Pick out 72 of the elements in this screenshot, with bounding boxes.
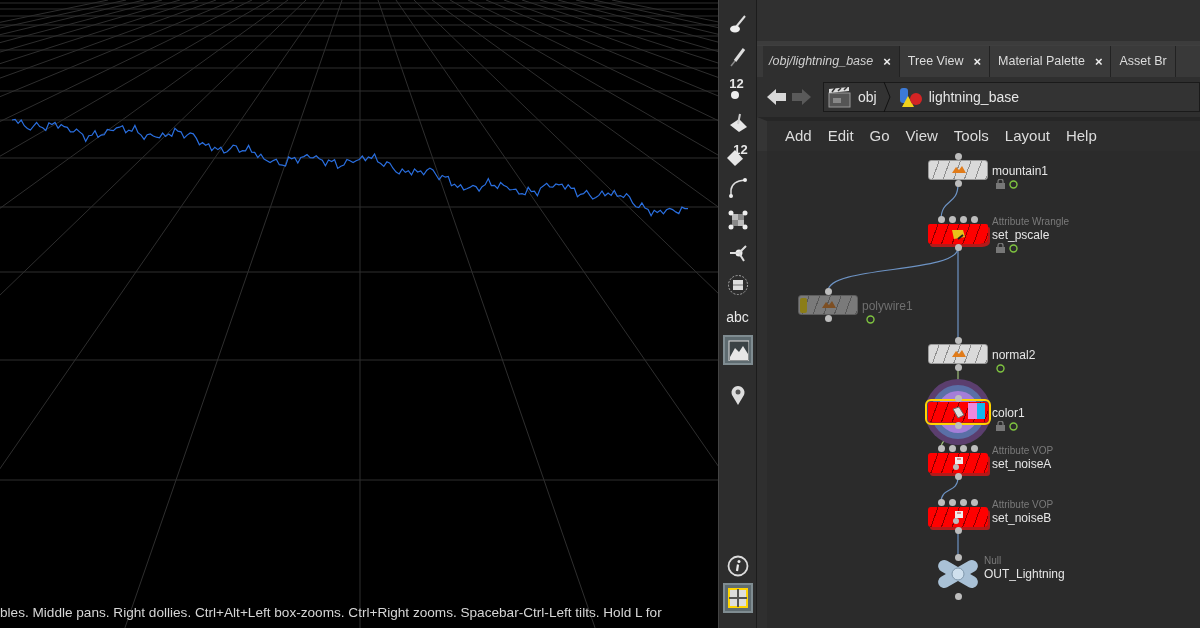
disc-icon: [726, 273, 749, 296]
checker-icon: [726, 208, 749, 231]
connector-dot[interactable]: [970, 215, 978, 223]
back-arrow-icon[interactable]: [765, 86, 787, 108]
connector-dot[interactable]: [959, 498, 967, 506]
node-name[interactable]: set_pscale: [992, 226, 1050, 244]
node-glyph-icon: [949, 227, 967, 241]
node-type-label: Null: [984, 554, 1002, 568]
menu-item[interactable]: Help: [1057, 124, 1105, 148]
connector-dot[interactable]: [954, 363, 962, 371]
status-hint: bles. Middle pans. Right dollies. Ctrl+Alt+Left box-zooms. Ctrl+Right zooms. Spacebar-Ctrl-Left tilts. Hold L for: [0, 604, 662, 622]
connector-dot[interactable]: [954, 421, 962, 429]
connector-dot[interactable]: [954, 526, 962, 534]
network-node[interactable]: [928, 344, 988, 364]
connector-dot[interactable]: [959, 444, 967, 452]
landscape-icon: [726, 338, 749, 361]
connector-dot[interactable]: [954, 179, 962, 187]
menu-item[interactable]: View: [897, 124, 946, 148]
menu-item[interactable]: Edit: [819, 124, 862, 148]
close-icon[interactable]: ×: [973, 51, 982, 72]
node-glyph-icon: [949, 405, 967, 419]
node-type-label: Attribute VOP: [992, 444, 1054, 458]
connector-dot[interactable]: [954, 592, 962, 600]
grid-layout-icon: [726, 587, 749, 610]
connector-dot[interactable]: [937, 498, 945, 506]
connector-dot[interactable]: [970, 444, 978, 452]
connector-dot[interactable]: [937, 444, 945, 452]
path-crumb[interactable]: lightning_base: [896, 86, 1019, 108]
menu-item[interactable]: Tools: [945, 124, 997, 148]
clapper-icon: [828, 86, 852, 108]
connector-dot[interactable]: [959, 215, 967, 223]
network-node[interactable]: [928, 160, 988, 180]
connector-dot[interactable]: [954, 472, 962, 480]
node-name[interactable]: color1: [992, 404, 1025, 422]
connector-dot[interactable]: [937, 215, 945, 223]
close-icon[interactable]: ×: [883, 51, 891, 72]
connector-dot[interactable]: [824, 314, 832, 322]
connector-dot[interactable]: [954, 336, 962, 344]
connector-dot[interactable]: [948, 498, 956, 506]
connector-dot[interactable]: [948, 444, 956, 452]
close-icon[interactable]: ×: [1094, 51, 1103, 72]
connector-dot[interactable]: [824, 287, 832, 295]
connector-dot[interactable]: [954, 243, 962, 251]
menu-item[interactable]: Add: [777, 124, 820, 148]
node-name[interactable]: OUT_Lightning: [984, 565, 1065, 583]
network-node[interactable]: [928, 224, 988, 244]
tool-button[interactable]: abc: [722, 302, 753, 333]
info-icon: [726, 554, 749, 577]
connector-dot[interactable]: [970, 498, 978, 506]
node-type-label: Attribute VOP: [992, 498, 1054, 512]
connector-dot[interactable]: [948, 215, 956, 223]
network-node[interactable]: [928, 507, 988, 527]
node-name[interactable]: set_noiseA: [992, 455, 1052, 473]
connector-dot[interactable]: [954, 553, 962, 561]
menu-item[interactable]: Layout: [996, 124, 1058, 148]
path-crumb[interactable]: obj: [828, 86, 877, 108]
tool-button[interactable]: 12: [722, 74, 753, 105]
tool-button[interactable]: [722, 334, 753, 365]
menu-item[interactable]: Go: [861, 124, 898, 148]
curve-icon: [726, 175, 749, 198]
network-node[interactable]: [928, 453, 988, 473]
node-name[interactable]: set_noiseB: [992, 509, 1052, 527]
node-name[interactable]: normal2: [992, 346, 1036, 364]
network-node[interactable]: [928, 402, 988, 422]
connector-dot[interactable]: [954, 152, 962, 160]
color-swatch-icon: [968, 403, 986, 419]
pane-tab[interactable]: /obj/lightning_base ×: [763, 46, 900, 77]
node-name[interactable]: mountain1: [992, 162, 1049, 180]
connector-dot[interactable]: [954, 394, 962, 402]
sphere-icon: [731, 91, 740, 100]
node-type-label: Attribute Wrangle: [992, 215, 1070, 229]
tool-button[interactable]: [722, 583, 753, 614]
